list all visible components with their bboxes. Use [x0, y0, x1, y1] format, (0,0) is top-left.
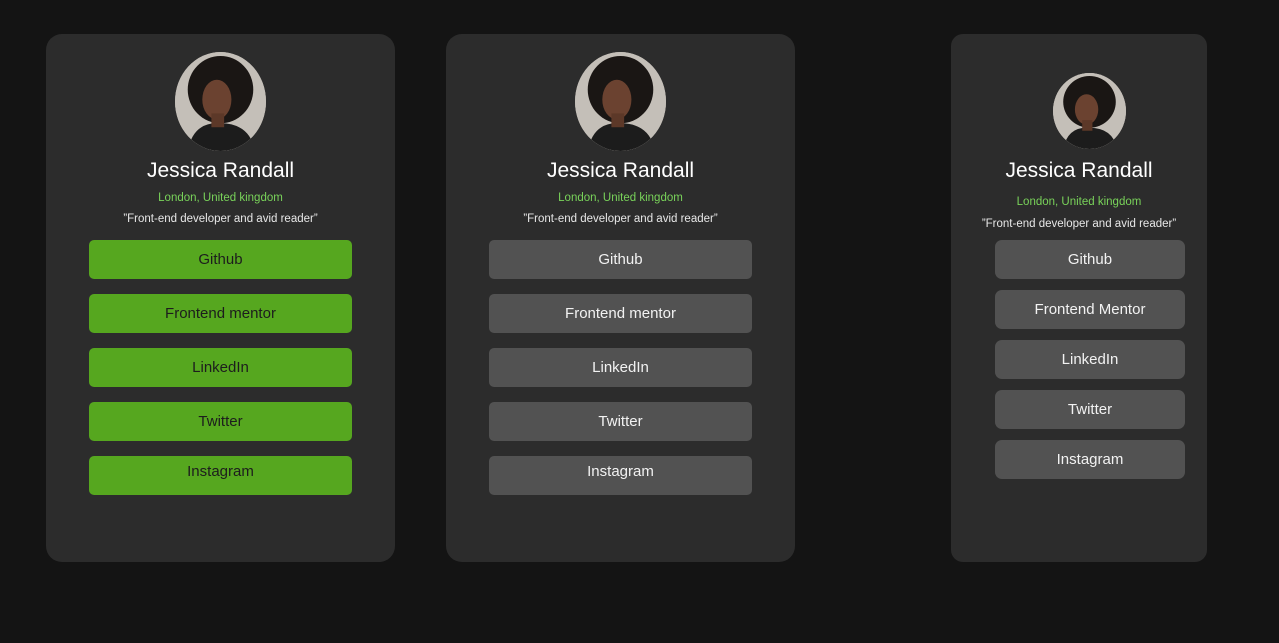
profile-photo-icon — [175, 52, 266, 151]
button-label: Instagram — [587, 463, 654, 480]
profile-bio: ”Front-end developer and avid reader” — [123, 213, 318, 225]
button-label: Twitter — [198, 413, 243, 430]
profile-bio: ”Front-end developer and avid reader” — [523, 213, 718, 225]
profile-photo-icon — [1053, 73, 1126, 149]
button-label: Frontend mentor — [165, 305, 276, 322]
github-link-button[interactable]: Github — [995, 240, 1185, 279]
linkedin-link-button[interactable]: LinkedIn — [489, 348, 752, 387]
linkedin-link-button[interactable]: LinkedIn — [89, 348, 352, 387]
instagram-link-button[interactable]: Instagram — [489, 456, 752, 495]
github-link-button[interactable]: Github — [489, 240, 752, 279]
button-label: Github — [1067, 251, 1113, 268]
profile-avatar — [175, 52, 266, 151]
frontend-mentor-link-button[interactable]: Frontend mentor — [489, 294, 752, 333]
button-label: LinkedIn — [1061, 351, 1119, 368]
profile-location: London, United kingdom — [1016, 196, 1142, 208]
button-label: Instagram — [1056, 451, 1124, 468]
profile-card-narrow: Jessica Randall London, United kingdom ”… — [951, 34, 1207, 562]
twitter-link-button[interactable]: Twitter — [995, 390, 1185, 429]
instagram-link-button[interactable]: Instagram — [89, 456, 352, 495]
instagram-link-button[interactable]: Instagram — [995, 440, 1185, 479]
profile-name: Jessica Randall — [546, 159, 695, 182]
github-link-button[interactable]: Github — [89, 240, 352, 279]
canvas: Jessica Randall London, United kingdom ”… — [0, 0, 1279, 643]
profile-card-gray: Jessica Randall London, United kingdom ”… — [446, 34, 795, 562]
profile-card-green: Jessica Randall London, United kingdom ”… — [46, 34, 395, 562]
linkedin-link-button[interactable]: LinkedIn — [995, 340, 1185, 379]
button-label: Github — [598, 251, 643, 268]
button-label: Frontend mentor — [565, 305, 676, 322]
profile-photo-icon — [575, 52, 666, 151]
button-label: LinkedIn — [192, 359, 249, 376]
frontend-mentor-link-button[interactable]: Frontend Mentor — [995, 290, 1185, 329]
button-label: Instagram — [187, 463, 254, 480]
button-label: Frontend Mentor — [1034, 301, 1146, 318]
profile-location: London, United kingdom — [158, 192, 283, 204]
profile-avatar — [1053, 73, 1126, 149]
button-label: Github — [198, 251, 243, 268]
profile-bio: ”Front-end developer and avid reader” — [981, 218, 1177, 230]
profile-location: London, United kingdom — [558, 192, 683, 204]
button-label: Twitter — [1067, 401, 1113, 418]
profile-name: Jessica Randall — [146, 159, 295, 182]
twitter-link-button[interactable]: Twitter — [89, 402, 352, 441]
button-label: LinkedIn — [592, 359, 649, 376]
twitter-link-button[interactable]: Twitter — [489, 402, 752, 441]
button-label: Twitter — [598, 413, 643, 430]
frontend-mentor-link-button[interactable]: Frontend mentor — [89, 294, 352, 333]
profile-avatar — [575, 52, 666, 151]
profile-name: Jessica Randall — [1005, 159, 1153, 182]
